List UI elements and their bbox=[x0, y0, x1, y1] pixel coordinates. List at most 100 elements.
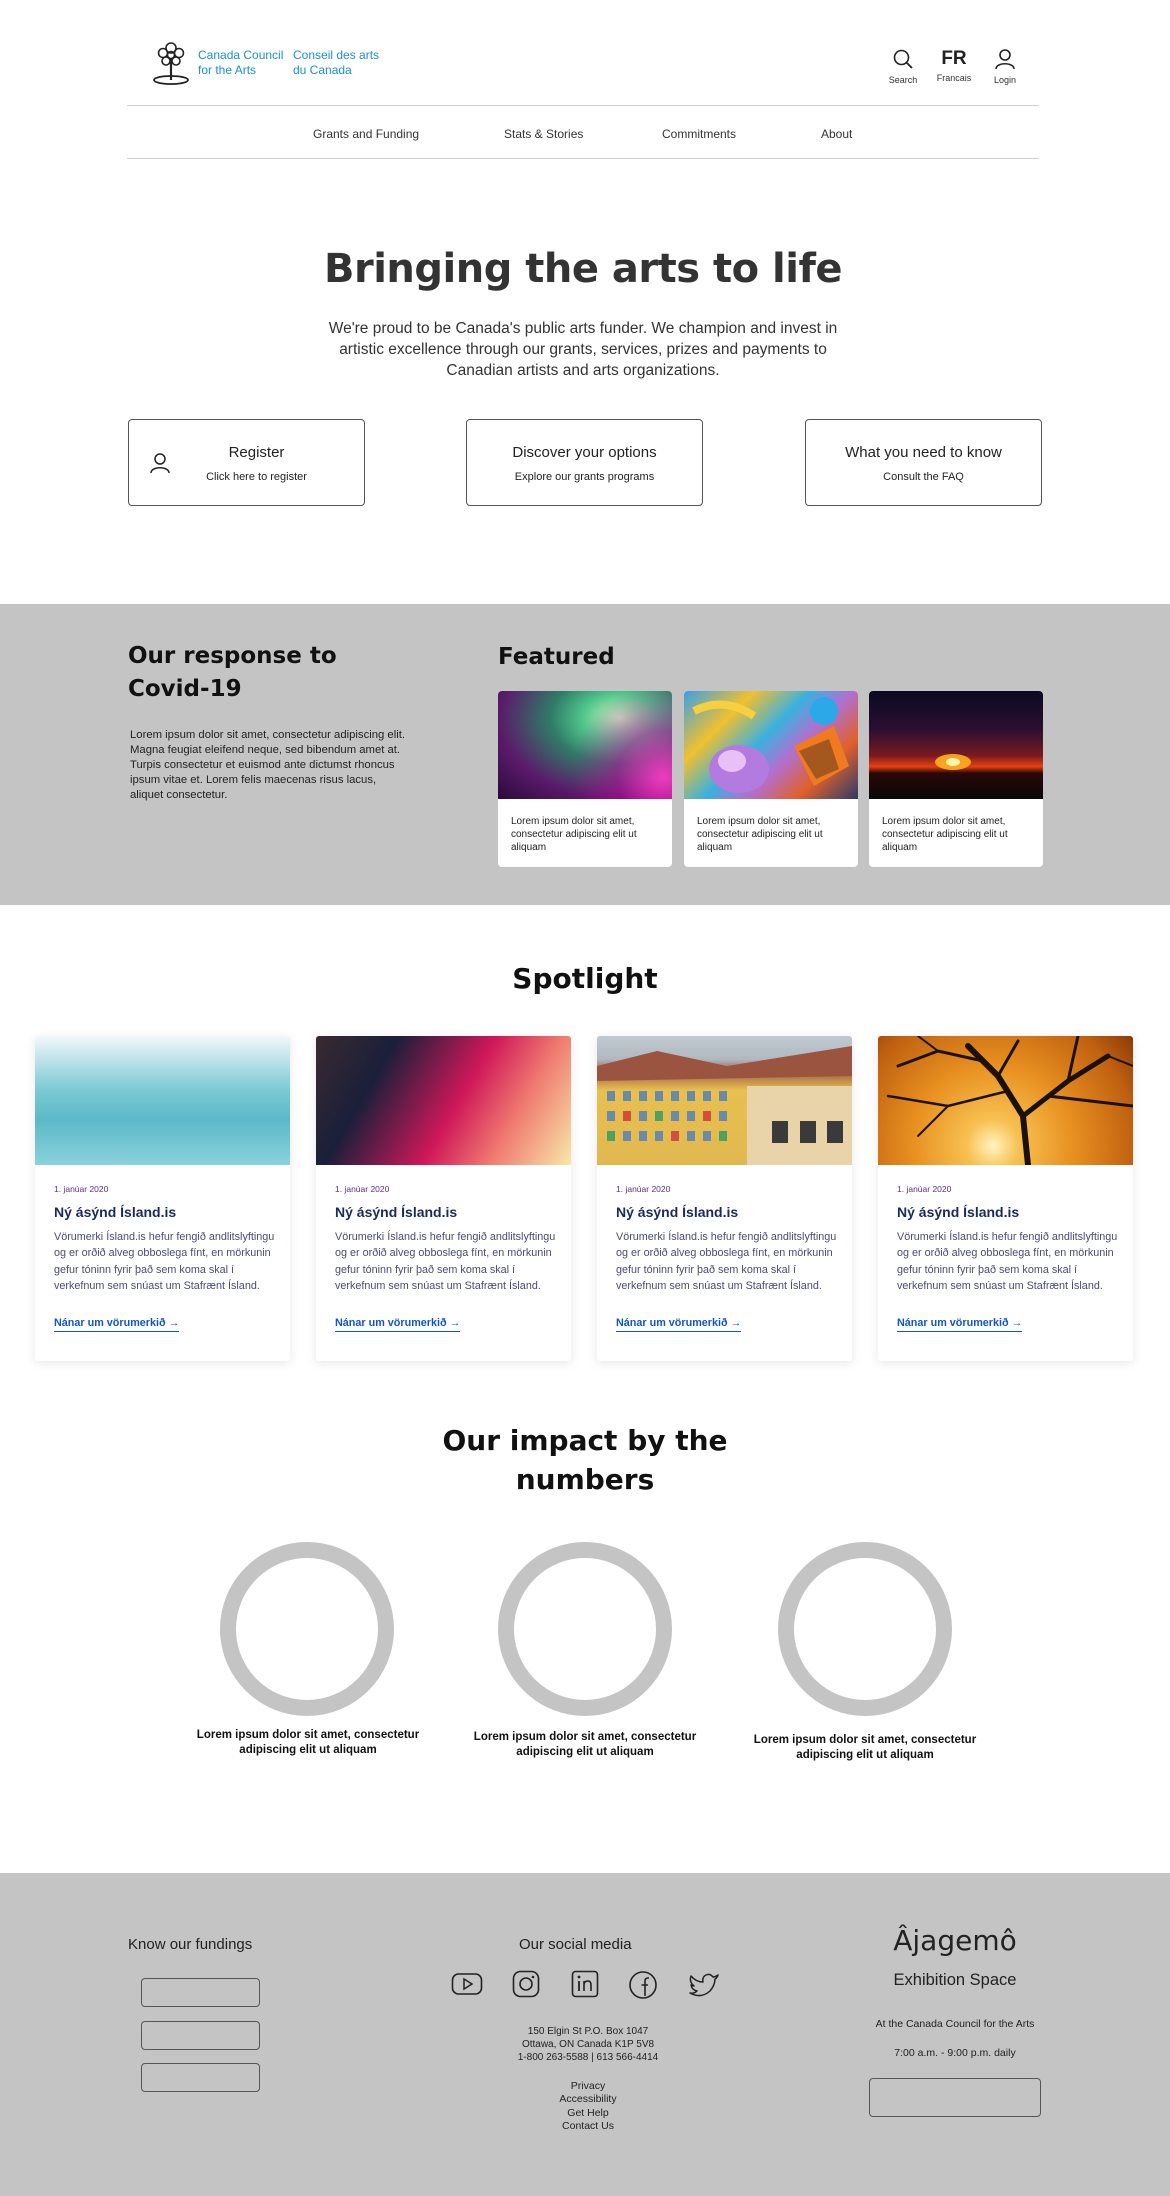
nav-item-about[interactable]: About bbox=[821, 127, 852, 141]
spotlight-body: Vörumerki Ísland.is hefur fengið andlits… bbox=[897, 1231, 1118, 1292]
spotlight-link[interactable]: Nánar um vörumerkið → bbox=[616, 1317, 742, 1332]
register-title: Register bbox=[228, 444, 285, 461]
arrow-right-icon: → bbox=[449, 1317, 461, 1329]
faq-title: What you need to know bbox=[845, 444, 1002, 461]
faq-button[interactable]: What you need to know Consult the FAQ bbox=[805, 419, 1042, 506]
login-button[interactable]: Login bbox=[980, 48, 1030, 85]
linkedin-icon[interactable] bbox=[571, 1970, 599, 1998]
funding-link-3[interactable] bbox=[141, 2063, 260, 2092]
spotlight-link[interactable]: Nánar um vörumerkið → bbox=[897, 1317, 1023, 1332]
spotlight-date: 1. janúar 2020 bbox=[54, 1184, 109, 1194]
arrow-right-icon: → bbox=[168, 1317, 180, 1329]
ajagemo-button[interactable] bbox=[869, 2078, 1041, 2117]
funding-link-1[interactable] bbox=[141, 1978, 260, 2007]
spotlight-title-text: Ný ásýnd Ísland.is bbox=[335, 1204, 458, 1220]
sun-glow bbox=[935, 754, 971, 770]
spotlight-image-gradient bbox=[316, 1036, 571, 1165]
nav-divider bbox=[127, 158, 1039, 159]
nav-item-stats[interactable]: Stats & Stories bbox=[504, 127, 583, 141]
featured-card-text: Lorem ipsum dolor sit amet, consectetur … bbox=[511, 816, 637, 853]
spotlight-link-label: Nánar um vörumerkið bbox=[335, 1317, 447, 1329]
spotlight-body: Vörumerki Ísland.is hefur fengið andlits… bbox=[54, 1231, 275, 1292]
impact-caption: Lorem ipsum dolor sit amet, consectetur … bbox=[473, 1731, 697, 1758]
spotlight-title-text: Ný ásýnd Ísland.is bbox=[54, 1204, 177, 1220]
spotlight-image-water bbox=[35, 1036, 290, 1165]
spotlight-link[interactable]: Nánar um vörumerkið → bbox=[54, 1317, 180, 1332]
tree-silhouette bbox=[886, 1036, 1133, 1165]
spotlight-title: Spotlight bbox=[512, 962, 658, 995]
hero-text: We're proud to be Canada's public arts f… bbox=[328, 320, 838, 379]
search-icon bbox=[893, 49, 913, 69]
register-subtitle: Click here to register bbox=[206, 471, 307, 483]
search-label: Search bbox=[888, 75, 918, 85]
address-line: 150 Elgin St P.O. Box 1047 bbox=[527, 2026, 649, 2037]
spotlight-card[interactable]: 1. janúar 2020 Ný ásýnd Ísland.is Vörume… bbox=[878, 1036, 1133, 1361]
youtube-icon[interactable] bbox=[451, 1970, 483, 1998]
spotlight-card[interactable]: 1. janúar 2020 Ný ásýnd Ísland.is Vörume… bbox=[35, 1036, 290, 1361]
impact-ring bbox=[498, 1542, 672, 1716]
address-line: Ottawa, ON Canada K1P 5V8 bbox=[521, 2039, 655, 2050]
ajagemo-place: At the Canada Council for the Arts bbox=[875, 2018, 1035, 2030]
featured-card[interactable]: Lorem ipsum dolor sit amet, consectetur … bbox=[869, 691, 1043, 867]
spotlight-link-label: Nánar um vörumerkið bbox=[54, 1317, 166, 1329]
brand-name-fr: Conseil des arts du Canada bbox=[293, 48, 380, 77]
logo[interactable] bbox=[150, 40, 192, 86]
impact-ring bbox=[778, 1542, 952, 1716]
impact-caption: Lorem ipsum dolor sit amet, consectetur … bbox=[196, 1729, 420, 1756]
featured-card[interactable]: Lorem ipsum dolor sit amet, consectetur … bbox=[684, 691, 858, 867]
impact-title: Our impact by the numbers bbox=[442, 1424, 728, 1496]
nav-item-grants[interactable]: Grants and Funding bbox=[313, 127, 419, 141]
discover-title: Discover your options bbox=[512, 444, 657, 461]
ajagemo-title: Âjagemô bbox=[893, 1924, 1017, 1957]
language-toggle[interactable]: FR Francais bbox=[929, 48, 979, 83]
spotlight-body: Vörumerki Ísland.is hefur fengið andlits… bbox=[335, 1231, 556, 1292]
footer-link-accessibility[interactable]: Accessibility bbox=[500, 2093, 676, 2107]
discover-subtitle: Explore our grants programs bbox=[514, 471, 655, 483]
footer-link-help[interactable]: Get Help bbox=[500, 2107, 676, 2121]
language-label: Francais bbox=[936, 73, 972, 83]
spotlight-link-label: Nánar um vörumerkið bbox=[616, 1317, 728, 1329]
spotlight-title-text: Ný ásýnd Ísland.is bbox=[897, 1204, 1020, 1220]
search-button[interactable]: Search bbox=[878, 48, 928, 85]
facebook-icon[interactable] bbox=[628, 1970, 658, 2000]
spotlight-body: Vörumerki Ísland.is hefur fengið andlits… bbox=[616, 1231, 837, 1292]
spotlight-date: 1. janúar 2020 bbox=[335, 1184, 390, 1194]
discover-options-button[interactable]: Discover your options Explore our grants… bbox=[466, 419, 703, 506]
spotlight-card[interactable]: 1. janúar 2020 Ný ásýnd Ísland.is Vörume… bbox=[316, 1036, 571, 1361]
arrow-right-icon: → bbox=[730, 1317, 742, 1329]
instagram-icon[interactable] bbox=[512, 1970, 540, 1998]
social-title: Our social media bbox=[519, 1936, 632, 1953]
twitter-icon[interactable] bbox=[688, 1970, 720, 1998]
arrow-right-icon: → bbox=[1011, 1317, 1023, 1329]
login-label: Login bbox=[993, 75, 1017, 85]
featured-card-text: Lorem ipsum dolor sit amet, consectetur … bbox=[697, 816, 823, 853]
faq-subtitle: Consult the FAQ bbox=[883, 471, 964, 483]
brand-name-en: Canada Council for the Arts bbox=[198, 48, 284, 77]
covid-title: Our response to Covid-19 bbox=[128, 643, 337, 702]
impact-caption: Lorem ipsum dolor sit amet, consectetur … bbox=[753, 1734, 977, 1761]
featured-card[interactable]: Lorem ipsum dolor sit amet, consectetur … bbox=[498, 691, 672, 867]
mural-shapes bbox=[692, 697, 849, 793]
ajagemo-subtitle: Exhibition Space bbox=[893, 1971, 1017, 1989]
spotlight-date: 1. janúar 2020 bbox=[616, 1184, 671, 1194]
spotlight-link[interactable]: Nánar um vörumerkið → bbox=[335, 1317, 461, 1332]
footer-link-privacy[interactable]: Privacy bbox=[500, 2080, 676, 2094]
ajagemo-hours: 7:00 a.m. - 9:00 p.m. daily bbox=[894, 2047, 1016, 2059]
building-details bbox=[597, 1046, 852, 1165]
footer-link-contact[interactable]: Contact Us bbox=[500, 2120, 676, 2134]
spotlight-title-text: Ný ásýnd Ísland.is bbox=[616, 1204, 739, 1220]
header-divider bbox=[127, 105, 1039, 106]
spotlight-date: 1. janúar 2020 bbox=[897, 1184, 952, 1194]
spotlight-card[interactable]: 1. janúar 2020 Ný ásýnd Ísland.is Vörume… bbox=[597, 1036, 852, 1361]
register-button[interactable]: Register Click here to register bbox=[128, 419, 365, 506]
language-code: FR bbox=[941, 48, 967, 69]
covid-text: Lorem ipsum dolor sit amet, consectetur … bbox=[130, 729, 406, 801]
featured-image-glow bbox=[498, 691, 672, 799]
spotlight-link-label: Nánar um vörumerkið bbox=[897, 1317, 1009, 1329]
address-line: 1-800 263-5588 | 613 566-4414 bbox=[517, 2052, 659, 2063]
featured-title: Featured bbox=[498, 644, 615, 670]
funding-link-2[interactable] bbox=[141, 2021, 260, 2050]
nav-item-commitments[interactable]: Commitments bbox=[662, 127, 736, 141]
featured-card-text: Lorem ipsum dolor sit amet, consectetur … bbox=[882, 816, 1008, 853]
impact-ring bbox=[220, 1542, 394, 1716]
